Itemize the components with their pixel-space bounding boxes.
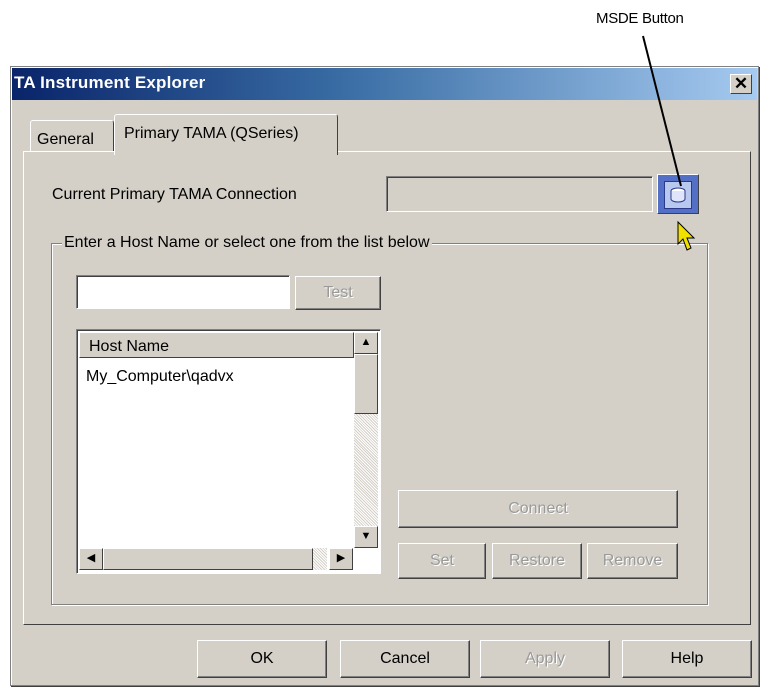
apply-button[interactable]: Apply: [480, 640, 610, 678]
host-name-input[interactable]: [76, 275, 290, 309]
cancel-button[interactable]: Cancel: [340, 640, 470, 678]
ok-button[interactable]: OK: [197, 640, 327, 678]
set-button[interactable]: Set: [398, 543, 486, 579]
tab-primary-tama[interactable]: Primary TAMA (QSeries): [114, 114, 338, 155]
msde-button-callout: MSDE Button: [596, 10, 684, 27]
scroll-left-button[interactable]: ◀: [79, 548, 103, 570]
vertical-scroll-thumb[interactable]: [354, 354, 378, 414]
scroll-down-button[interactable]: ▼: [354, 526, 378, 548]
close-button[interactable]: ✕: [730, 74, 752, 94]
msde-button[interactable]: [657, 174, 699, 214]
test-button[interactable]: Test: [295, 276, 381, 310]
host-list-item[interactable]: My_Computer\qadvx: [86, 368, 234, 386]
tab-general-label: General: [37, 131, 94, 148]
connection-field: [386, 176, 653, 212]
database-icon: [664, 181, 692, 209]
restore-button[interactable]: Restore: [492, 543, 582, 579]
host-list[interactable]: [76, 329, 381, 574]
help-button[interactable]: Help: [622, 640, 752, 678]
tab-primary-tama-label: Primary TAMA (QSeries): [124, 125, 299, 142]
arrow-left-icon: ◀: [86, 552, 96, 564]
arrow-down-icon: ▼: [360, 530, 372, 542]
scroll-up-button[interactable]: ▲: [354, 332, 378, 354]
close-icon: ✕: [733, 74, 749, 93]
tab-general[interactable]: General: [30, 120, 114, 154]
arrow-up-icon: ▲: [360, 336, 372, 348]
window-title: TA Instrument Explorer: [14, 73, 206, 92]
connect-button[interactable]: Connect: [398, 490, 678, 528]
host-name-column-header[interactable]: Host Name: [79, 332, 354, 358]
scroll-right-button[interactable]: ▶: [329, 548, 353, 570]
horizontal-scroll-thumb[interactable]: [103, 548, 313, 570]
arrow-right-icon: ▶: [336, 552, 346, 564]
host-group-legend: Enter a Host Name or select one from the…: [62, 234, 432, 252]
connection-label: Current Primary TAMA Connection: [52, 186, 297, 203]
remove-button[interactable]: Remove: [587, 543, 678, 579]
